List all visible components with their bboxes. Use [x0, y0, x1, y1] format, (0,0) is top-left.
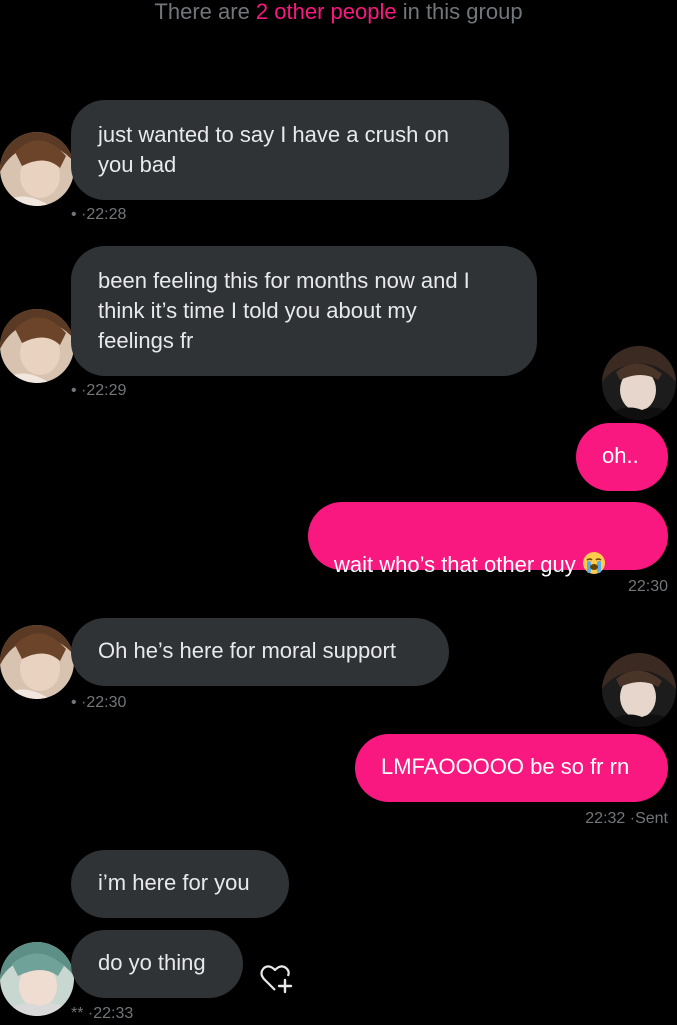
sender-avatar[interactable] — [0, 625, 74, 699]
message-bubble-incoming[interactable]: been feeling this for months now and I t… — [71, 246, 537, 376]
message-timestamp: 22:30 — [627, 578, 668, 595]
self-avatar[interactable] — [602, 346, 676, 420]
message-text: wait who’s that other guy — [334, 552, 576, 577]
banner-suffix: in this group — [396, 0, 523, 24]
heart-plus-icon[interactable] — [257, 960, 297, 1000]
message-timestamp: • ·22:29 — [71, 382, 127, 399]
group-members-banner: There are 2 other people in this group — [0, 0, 677, 24]
message-bubble-outgoing[interactable]: wait who’s that other guy — [308, 502, 668, 577]
message-bubble-outgoing[interactable]: oh.. — [576, 423, 668, 491]
message-bubble-outgoing[interactable]: LMFAOOOOO be so fr rn — [355, 734, 668, 802]
sender-avatar[interactable] — [0, 942, 74, 1016]
message-bubble-incoming[interactable]: just wanted to say I have a crush on you… — [71, 100, 509, 200]
message-bubble-incoming[interactable]: do yo thing — [71, 930, 243, 998]
loudly-crying-face-emoji-icon — [582, 551, 606, 575]
sender-avatar[interactable] — [0, 309, 74, 383]
sender-avatar[interactable] — [0, 132, 74, 206]
message-timestamp: • ·22:28 — [71, 206, 127, 223]
banner-prefix: There are — [154, 0, 256, 24]
message-bubble-incoming[interactable]: Oh he’s here for moral support — [71, 618, 449, 686]
message-bubble-incoming[interactable]: i’m here for you — [71, 850, 289, 918]
other-people-link[interactable]: 2 other people — [256, 0, 397, 24]
message-timestamp: • ·22:30 — [71, 694, 127, 711]
message-timestamp: ** ·22:33 — [71, 1005, 134, 1022]
message-status: 22:32 ·Sent — [585, 810, 668, 827]
self-avatar[interactable] — [602, 653, 676, 727]
